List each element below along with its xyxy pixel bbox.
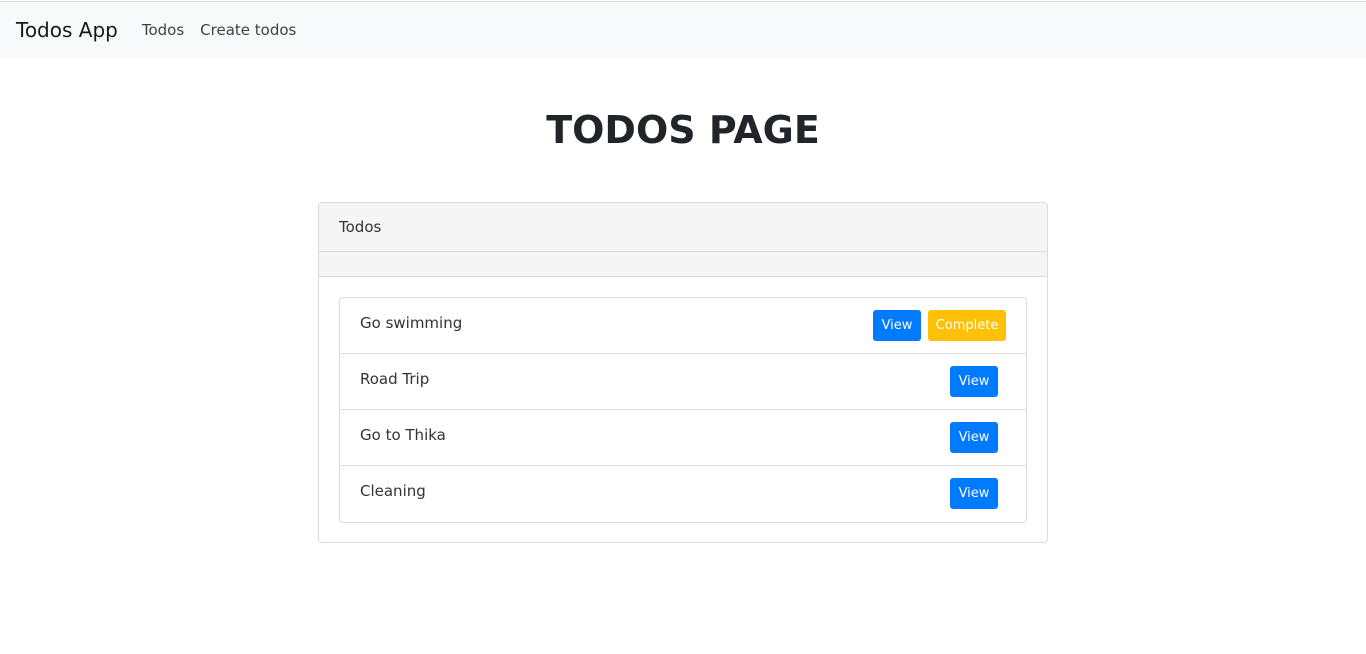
- card-header: Todos: [319, 203, 1047, 252]
- nav-link-create-todos[interactable]: Create todos: [200, 21, 296, 39]
- card-subheader: [319, 252, 1047, 277]
- todo-item-road-trip: Road Trip View: [340, 354, 1026, 410]
- view-button[interactable]: View: [950, 366, 998, 397]
- view-button[interactable]: View: [950, 422, 998, 453]
- page-title: TODOS PAGE: [546, 108, 820, 152]
- navbar-brand[interactable]: Todos App: [16, 18, 118, 42]
- todo-title: Road Trip: [360, 370, 430, 388]
- nav-link-todos[interactable]: Todos: [142, 21, 184, 39]
- navbar: Todos App Todos Create todos: [0, 1, 1366, 58]
- todo-title: Go swimming: [360, 314, 463, 332]
- todo-list: Go swimming View Complete Road Trip View…: [339, 297, 1027, 523]
- view-button[interactable]: View: [950, 478, 998, 509]
- todo-item-cleaning: Cleaning View: [340, 466, 1026, 522]
- todo-item-go-swimming: Go swimming View Complete: [340, 298, 1026, 354]
- view-button[interactable]: View: [873, 310, 921, 341]
- todos-card: Todos Go swimming View Complete Road Tri…: [318, 202, 1048, 543]
- complete-button[interactable]: Complete: [928, 310, 1006, 341]
- todo-item-go-to-thika: Go to Thika View: [340, 410, 1026, 466]
- todo-title: Go to Thika: [360, 426, 446, 444]
- todo-title: Cleaning: [360, 482, 426, 500]
